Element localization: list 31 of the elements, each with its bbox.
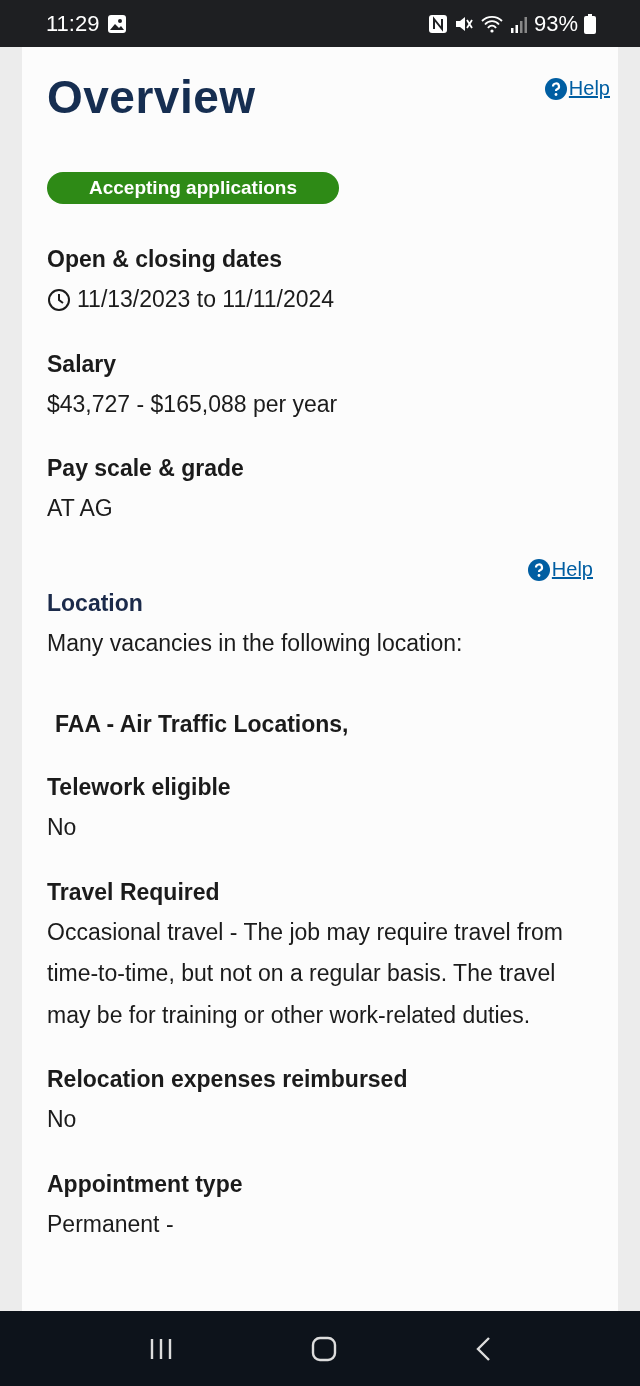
- section-heading: Telework eligible: [47, 773, 232, 802]
- help-icon: [544, 77, 567, 100]
- section-heading: Open & closing dates: [47, 245, 284, 274]
- dates-value: 11/13/2023 to 11/11/2024: [77, 285, 335, 314]
- battery-icon: [584, 13, 596, 34]
- clock-icon: [47, 287, 71, 312]
- section-value: Many vacancies in the following location:: [47, 628, 464, 658]
- section-value: No: [47, 1105, 78, 1134]
- battery-percent: 93%: [533, 10, 578, 37]
- section-heading: Pay scale & grade: [47, 454, 245, 483]
- section-value: Occasional travel - The job may require travel from time-to-time, but not on a regular basis. The travel may be for training or other work-related duties.: [47, 917, 564, 1030]
- location-name: FAA - Air Traffic Locations,: [54, 710, 350, 739]
- section-value: $43,727 - $165,088 per year: [47, 389, 339, 419]
- help-link[interactable]: Help: [527, 552, 593, 587]
- image-icon: [107, 13, 128, 34]
- help-icon: [527, 558, 550, 581]
- section-heading: Relocation expenses reimbursed: [47, 1065, 409, 1094]
- wifi-icon: [479, 13, 504, 34]
- nfc-icon: [427, 13, 448, 34]
- page-title: Overview: [47, 70, 256, 125]
- section-value: Permanent -: [47, 1209, 175, 1239]
- section-value: AT AG: [47, 494, 114, 523]
- section-heading: Salary: [47, 349, 118, 379]
- section-heading: Appointment type: [47, 1169, 244, 1199]
- section-heading: Location: [47, 588, 144, 618]
- section-heading: Travel Required: [47, 877, 221, 907]
- status-badge: Accepting applications: [47, 172, 339, 204]
- section-value: No: [47, 813, 78, 842]
- clock-time: 11:29: [46, 10, 100, 37]
- home-icon[interactable]: [311, 1335, 337, 1362]
- help-link[interactable]: Help: [544, 77, 610, 100]
